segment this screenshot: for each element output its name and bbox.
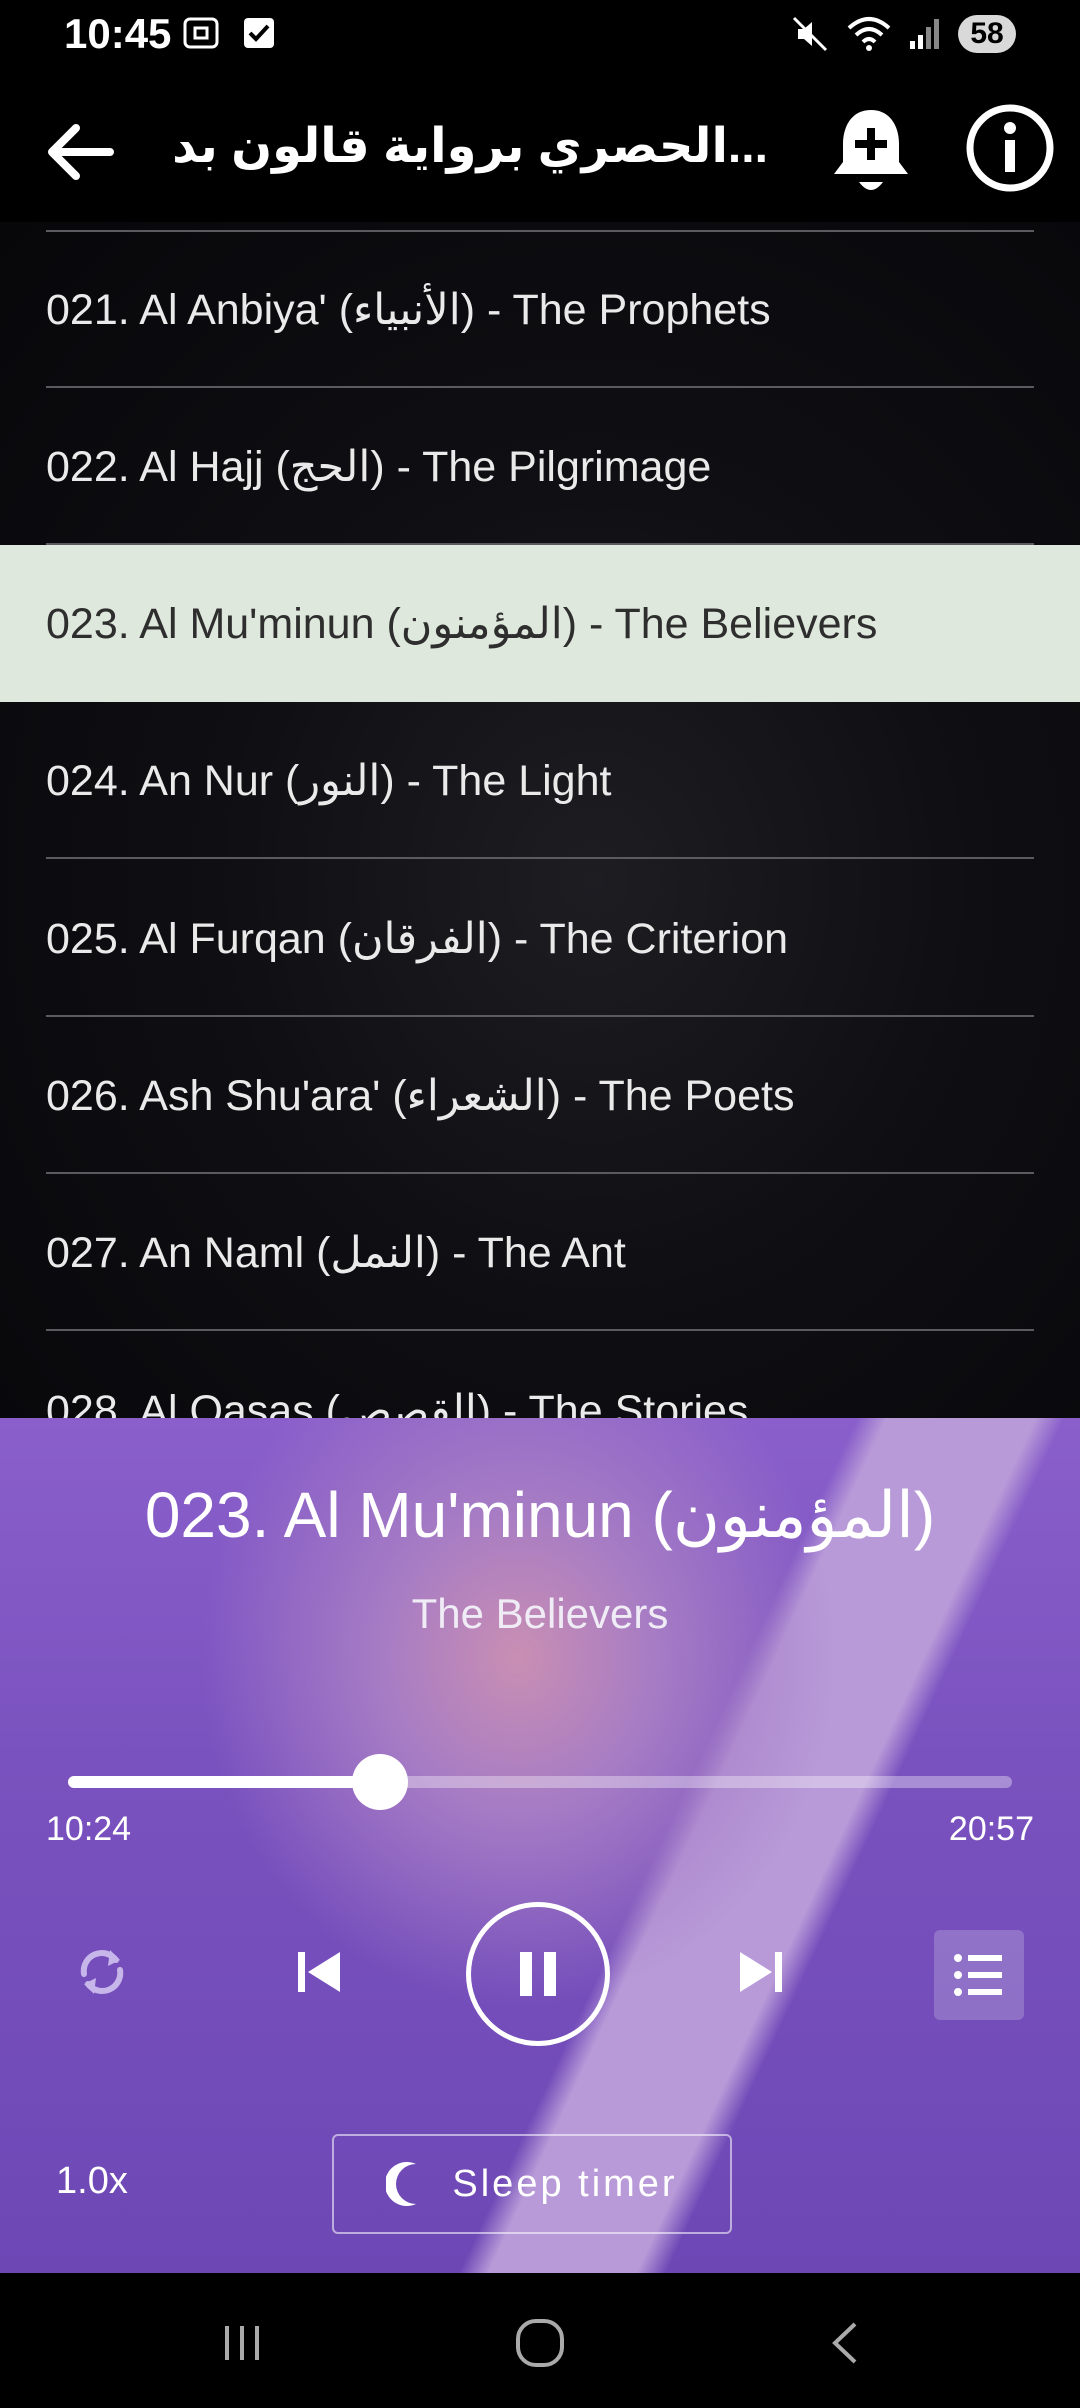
list-item-label: 026. Ash Shu'ara' (الشعراء) - The Poets	[46, 1071, 795, 1120]
list-item[interactable]: 024. An Nur (النور) - The Light	[0, 702, 1080, 859]
list-item-active[interactable]: 023. Al Mu'minun (المؤمنون) - The Believ…	[0, 545, 1080, 702]
list-item[interactable]: 025. Al Furqan (الفرقان) - The Criterion	[0, 860, 1080, 1017]
sleep-timer-button[interactable]: Sleep timer	[332, 2134, 732, 2234]
playlist-button[interactable]	[934, 1930, 1024, 2020]
repeat-icon	[80, 1950, 124, 1994]
list-item-label: 021. Al Anbiya' (الأنبياء) - The Prophet…	[46, 285, 771, 334]
recent-apps-button[interactable]	[202, 2303, 282, 2383]
list-item[interactable]: 022. Al Hajj (الحج) - The Pilgrimage	[0, 388, 1080, 545]
previous-button[interactable]	[290, 1942, 350, 2002]
pause-icon	[520, 1952, 556, 1996]
player-panel: 023. Al Mu'minun (المؤمنون) The Believer…	[0, 1418, 1080, 2273]
app-bar: الحصري برواية قالون بد...	[0, 72, 1080, 222]
moon-icon	[386, 2162, 417, 2206]
bell-plus-icon	[834, 110, 908, 190]
list-divider	[46, 1329, 1034, 1331]
recent-apps-icon	[225, 2326, 259, 2360]
status-bar: 10:45 58	[0, 0, 1080, 72]
list-item-label: 022. Al Hajj (الحج) - The Pilgrimage	[46, 442, 712, 491]
info-icon	[966, 104, 1054, 192]
seek-bar-progress	[68, 1776, 380, 1788]
surah-list[interactable]: 021. Al Anbiya' (الأنبياء) - The Prophet…	[0, 222, 1080, 1418]
next-button[interactable]	[730, 1942, 790, 2002]
skip-previous-icon	[298, 1952, 340, 1992]
now-playing-subtitle: The Believers	[411, 1590, 669, 1637]
checkbox-icon	[244, 18, 274, 48]
skip-next-icon	[740, 1952, 782, 1992]
current-time: 10:24	[46, 1810, 132, 1848]
home-icon	[516, 2319, 564, 2367]
seek-bar[interactable]	[68, 1754, 1012, 1810]
list-item[interactable]: 026. Ash Shu'ara' (الشعراء) - The Poets	[0, 1017, 1080, 1174]
list-item[interactable]: 028. Al Qasas (القصص) - The Stories	[0, 1332, 1080, 1419]
home-button[interactable]	[500, 2303, 580, 2383]
arrow-left-icon	[48, 124, 114, 180]
wifi-icon	[847, 17, 891, 51]
back-nav-button[interactable]	[806, 2303, 886, 2383]
list-item-label: 028. Al Qasas (القصص) - The Stories	[46, 1386, 749, 1419]
list-item-label: 027. An Naml (النمل) - The Ant	[46, 1228, 626, 1277]
list-divider	[46, 857, 1034, 859]
status-notification-icons	[182, 16, 276, 50]
repeat-button[interactable]	[70, 1940, 134, 2004]
page-title: الحصري برواية قالون بد...	[172, 120, 768, 173]
seek-bar-thumb[interactable]	[351, 1754, 408, 1810]
now-playing-title: 023. Al Mu'minun (المؤمنون)	[144, 1479, 936, 1551]
status-time: 10:45	[64, 10, 172, 57]
back-button[interactable]	[40, 112, 120, 192]
list-item-label: 025. Al Furqan (الفرقان) - The Criterion	[46, 914, 789, 963]
list-item-label: 024. An Nur (النور) - The Light	[46, 756, 612, 805]
info-button[interactable]	[964, 102, 1056, 194]
list-icon	[954, 1954, 1002, 1996]
screenshot-icon	[183, 17, 219, 49]
pause-button[interactable]	[466, 1902, 610, 2046]
mute-icon	[792, 16, 828, 52]
system-nav-bar	[0, 2273, 1080, 2408]
chevron-left-icon	[832, 2322, 857, 2364]
signal-icon	[910, 19, 939, 49]
playback-speed-button[interactable]: 1.0x	[56, 2160, 128, 2203]
notification-button[interactable]	[826, 102, 916, 202]
list-item[interactable]: 027. An Naml (النمل) - The Ant	[0, 1174, 1080, 1331]
list-item[interactable]: 021. Al Anbiya' (الأنبياء) - The Prophet…	[0, 231, 1080, 388]
battery-indicator: 58	[958, 15, 1016, 53]
sleep-timer-label: Sleep timer	[452, 2162, 678, 2205]
total-time: 20:57	[948, 1810, 1034, 1848]
list-item-label: 023. Al Mu'minun (المؤمنون) - The Believ…	[46, 599, 878, 648]
